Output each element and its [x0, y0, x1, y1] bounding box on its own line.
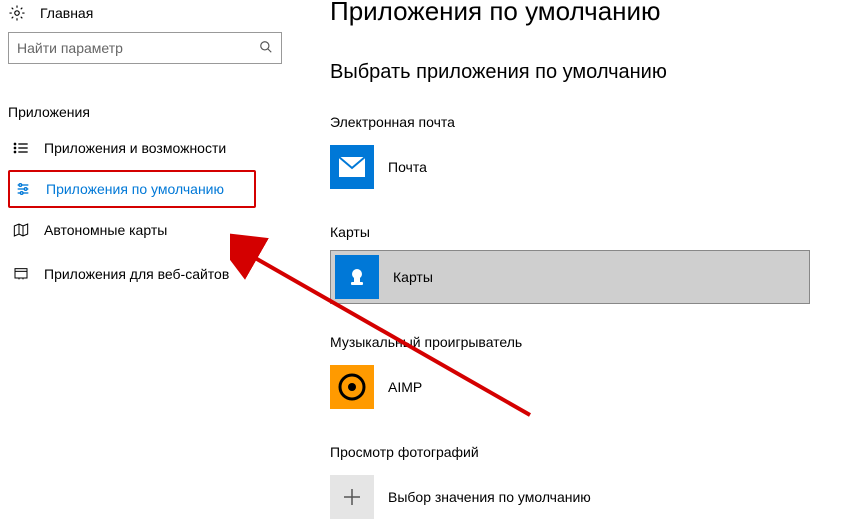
- app-name: Почта: [388, 159, 427, 175]
- plus-icon: [330, 475, 374, 519]
- mail-icon: [330, 145, 374, 189]
- app-name: AIMP: [388, 379, 422, 395]
- category-label-photos: Просмотр фотографий: [330, 444, 827, 460]
- sidebar: Главная Найти параметр Приложения Прилож…: [0, 0, 300, 524]
- list-icon: [12, 139, 30, 157]
- default-app-maps[interactable]: Карты: [330, 250, 810, 304]
- sidebar-item-label: Автономные карты: [44, 222, 167, 238]
- default-app-photos[interactable]: Выбор значения по умолчанию: [330, 470, 827, 524]
- sidebar-item-web-apps[interactable]: Приложения для веб-сайтов: [8, 252, 300, 296]
- sidebar-item-label: Приложения и возможности: [44, 140, 226, 156]
- app-name: Выбор значения по умолчанию: [388, 489, 591, 505]
- category-label-maps: Карты: [330, 224, 827, 240]
- main-content: Приложения по умолчанию Выбрать приложен…: [300, 0, 847, 524]
- page-title: Приложения по умолчанию: [330, 0, 827, 27]
- app-name: Карты: [393, 269, 433, 285]
- page-subtitle: Выбрать приложения по умолчанию: [330, 61, 827, 84]
- sidebar-item-label: Приложения для веб-сайтов: [44, 266, 229, 282]
- sidebar-item-default-apps[interactable]: Приложения по умолчанию: [8, 170, 256, 208]
- aimp-icon: [330, 365, 374, 409]
- defaults-icon: [14, 180, 32, 198]
- sidebar-section-label: Приложения: [8, 104, 300, 120]
- sidebar-item-home[interactable]: Главная: [8, 0, 300, 32]
- map-icon: [12, 221, 30, 239]
- sidebar-item-offline-maps[interactable]: Автономные карты: [8, 208, 300, 252]
- search-placeholder: Найти параметр: [17, 40, 259, 56]
- gear-icon: [8, 4, 26, 22]
- sidebar-home-label: Главная: [40, 5, 93, 21]
- default-app-email[interactable]: Почта: [330, 140, 827, 194]
- sidebar-item-label: Приложения по умолчанию: [46, 181, 224, 197]
- default-app-music[interactable]: AIMP: [330, 360, 827, 414]
- sidebar-item-apps-features[interactable]: Приложения и возможности: [8, 126, 300, 170]
- website-icon: [12, 265, 30, 283]
- maps-app-icon: [335, 255, 379, 299]
- search-input[interactable]: Найти параметр: [8, 32, 282, 64]
- search-icon: [259, 40, 273, 57]
- category-label-music: Музыкальный проигрыватель: [330, 334, 827, 350]
- category-label-email: Электронная почта: [330, 114, 827, 130]
